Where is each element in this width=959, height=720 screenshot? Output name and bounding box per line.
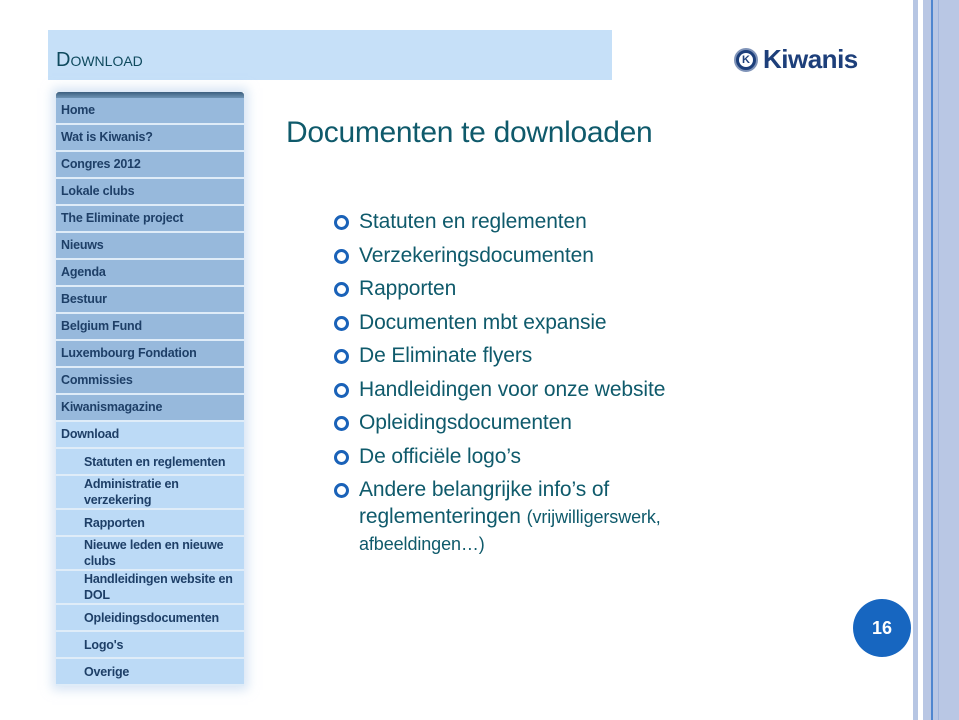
sidebar-subitem-overige[interactable]: Overige bbox=[56, 659, 244, 686]
circle-bullet-icon bbox=[334, 315, 349, 331]
sidebar-item-kiwanismagazine[interactable]: Kiwanismagazine bbox=[56, 395, 244, 422]
list-item: Documenten mbt expansie bbox=[334, 306, 754, 340]
circle-bullet-icon bbox=[334, 382, 349, 398]
page-title: Documenten te downloaden bbox=[286, 116, 653, 149]
list-item: Handleidingen voor onze website bbox=[334, 373, 754, 407]
circle-bullet-icon bbox=[334, 215, 349, 230]
sidebar-subitem-opleidingsdocumenten[interactable]: Opleidingsdocumenten bbox=[56, 605, 244, 632]
sidebar-nav: Home Wat is Kiwanis? Congres 2012 Lokale… bbox=[56, 92, 244, 686]
sidebar-item-nieuws[interactable]: Nieuws bbox=[56, 233, 244, 260]
logo-text: Kiwanis bbox=[763, 44, 858, 74]
decorative-stripe bbox=[923, 0, 959, 720]
sidebar-item-agenda[interactable]: Agenda bbox=[56, 260, 244, 287]
circle-bullet-icon bbox=[334, 248, 349, 264]
list-item: De officiële logo’s bbox=[334, 440, 754, 474]
sidebar-subitem-statuten[interactable]: Statuten en reglementen bbox=[56, 449, 244, 476]
list-item: Opleidingsdocumenten bbox=[334, 406, 754, 440]
decorative-stripe bbox=[913, 0, 918, 720]
sidebar-subitem-administratie[interactable]: Administratie en verzekering bbox=[56, 476, 244, 510]
list-item: Andere belangrijke info’s of reglementer… bbox=[334, 476, 754, 558]
list-item: Verzekeringsdocumenten bbox=[334, 239, 754, 273]
sidebar-item-bestuur[interactable]: Bestuur bbox=[56, 287, 244, 314]
circle-bullet-icon bbox=[334, 483, 349, 498]
sidebar-subitem-rapporten[interactable]: Rapporten bbox=[56, 510, 244, 537]
sidebar-item-eliminate-project[interactable]: The Eliminate project bbox=[56, 206, 244, 233]
sidebar-item-download[interactable]: Download bbox=[56, 422, 244, 449]
sidebar-subitem-logos[interactable]: Logo's bbox=[56, 632, 244, 659]
sidebar-subitem-handleidingen[interactable]: Handleidingen website en DOL bbox=[56, 571, 244, 605]
decorative-stripe bbox=[938, 0, 939, 720]
sidebar-item-congres-2012[interactable]: Congres 2012 bbox=[56, 152, 244, 179]
bullet-list: Statuten en reglementen Verzekeringsdocu… bbox=[334, 205, 754, 558]
sidebar-item-belgium-fund[interactable]: Belgium Fund bbox=[56, 314, 244, 341]
slide-header-title: Download bbox=[56, 49, 143, 71]
kiwanis-logo: K Kiwanis bbox=[734, 44, 858, 75]
list-item: Rapporten bbox=[334, 272, 754, 306]
bullet-line-2: reglementeringen (vrijwilligerswerk, bbox=[359, 505, 661, 528]
page-number-badge: 16 bbox=[853, 599, 911, 657]
list-item: De Eliminate flyers bbox=[334, 339, 754, 373]
sidebar-item-wat-is-kiwanis[interactable]: Wat is Kiwanis? bbox=[56, 125, 244, 152]
circle-bullet-icon bbox=[334, 449, 349, 465]
sidebar-item-home[interactable]: Home bbox=[56, 98, 244, 125]
circle-bullet-icon bbox=[334, 416, 349, 431]
list-item: Statuten en reglementen bbox=[334, 205, 754, 239]
sidebar-item-luxembourg-fondation[interactable]: Luxembourg Fondation bbox=[56, 341, 244, 368]
sidebar-subitem-nieuwe-leden[interactable]: Nieuwe leden en nieuwe clubs bbox=[56, 537, 244, 571]
circle-bullet-icon bbox=[334, 349, 349, 364]
sidebar-item-commissies[interactable]: Commissies bbox=[56, 368, 244, 395]
circle-bullet-icon bbox=[334, 282, 349, 297]
sidebar-item-lokale-clubs[interactable]: Lokale clubs bbox=[56, 179, 244, 206]
kiwanis-emblem-icon: K bbox=[734, 47, 758, 72]
decorative-stripe bbox=[931, 0, 933, 720]
